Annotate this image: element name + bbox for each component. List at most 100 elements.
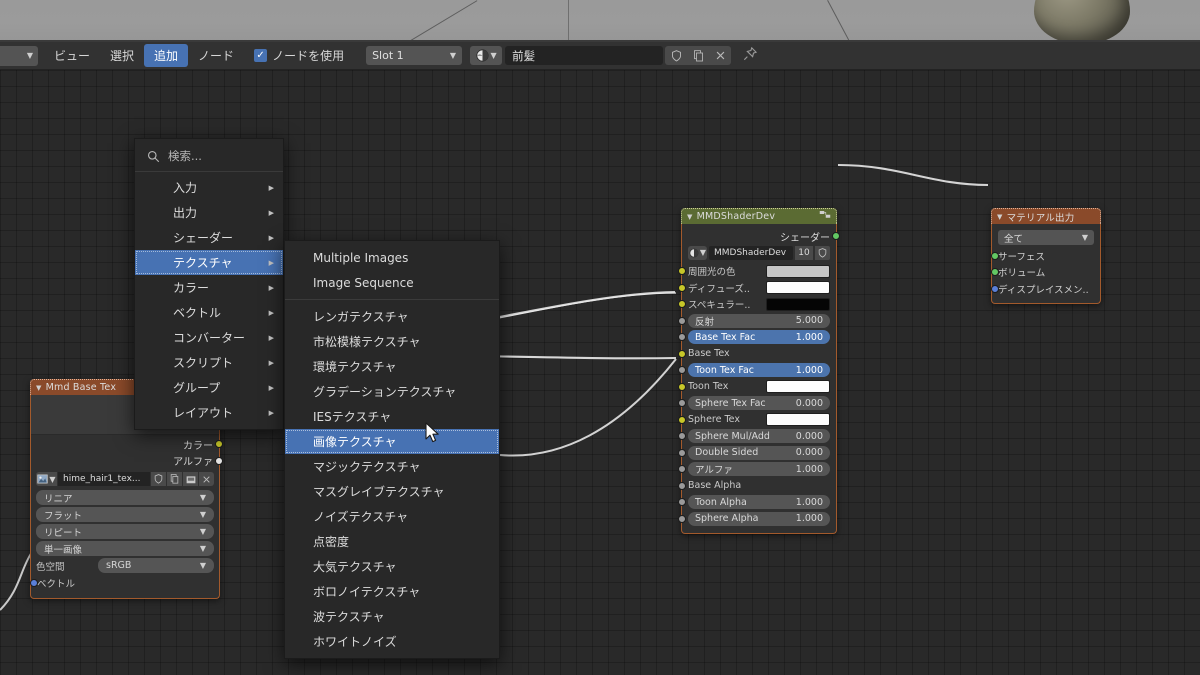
socket-sphere-alpha-in[interactable] [678,514,686,523]
socket-surface-in[interactable] [991,251,999,260]
collapse-triangle-icon[interactable]: ▼ [687,213,693,221]
add-menu-item[interactable]: レイアウト ▶ [135,400,283,425]
value-field[interactable]: Double Sided 0.000 [688,445,830,460]
socket-base-alpha-in[interactable] [678,481,686,490]
value-field[interactable]: 反射 5.000 [688,313,830,328]
menu-search-row[interactable]: 検索... [135,143,283,172]
new-material-icon[interactable] [687,46,710,65]
socket--in[interactable] [678,465,686,473]
texture-menu-item[interactable]: マスグレイブテクスチャ [285,479,499,504]
socket-color-out[interactable] [215,440,223,448]
input-displacement[interactable]: ディスプレイスメン.. [991,281,1094,296]
socket-toon-alpha-in[interactable] [678,498,686,506]
input-surface[interactable]: サーフェス [991,248,1094,263]
add-menu-item[interactable]: カラー ▶ [135,275,283,300]
fake-user-icon[interactable] [665,46,688,65]
mmd-input-row[interactable]: Base Alpha [678,478,830,493]
image-name-field[interactable]: hime_hair1_tex... [58,472,150,486]
add-menu-panel[interactable]: 検索... 入力 ▶ 出力 ▶ シェーダー ▶ テクスチャ ▶ カラー ▶ ベクトル ▶ コンバーター ▶… [134,138,284,430]
nodegroup-users-count[interactable]: 10 [795,245,813,260]
node-header[interactable]: ▼ MMDShaderDev [681,208,837,224]
texture-menu-item[interactable]: Multiple Images [285,245,499,270]
menu-view[interactable]: ビュー [44,44,100,67]
socket-sphere-tex-in[interactable] [678,415,686,424]
fake-user-icon[interactable] [151,472,166,486]
add-menu-item[interactable]: 出力 ▶ [135,200,283,225]
output-shader[interactable]: シェーダー [688,229,840,244]
texture-menu-item[interactable]: グラデーションテクスチャ [285,379,499,404]
value-field[interactable]: Base Tex Fac 1.000 [688,330,830,344]
value-field[interactable]: Toon Alpha 1.000 [688,495,830,509]
mmd-input-row[interactable]: 周囲光の色 [678,264,830,279]
mmd-input-row[interactable]: アルファ 1.000 [678,462,830,477]
color-field[interactable]: Toon Tex [688,380,830,394]
mmd-input-row[interactable]: Toon Tex Fac 1.000 [678,363,830,378]
add-menu-item[interactable]: グループ ▶ [135,375,283,400]
mmd-input-row[interactable]: Sphere Tex [678,412,830,427]
add-menu-item[interactable]: スクリプト ▶ [135,350,283,375]
material-slot-dropdown[interactable]: Slot 1 ▼ [366,46,463,65]
add-menu-item[interactable]: シェーダー ▶ [135,225,283,250]
material-name-field[interactable]: 前髪 [505,46,664,65]
mmd-input-row[interactable]: Toon Tex [678,379,830,394]
texture-menu-item[interactable]: ホワイトノイズ [285,629,499,654]
menu-select[interactable]: 選択 [100,44,144,67]
socket-base-tex-in[interactable] [678,349,686,358]
fake-user-icon[interactable] [815,245,830,260]
unlink-icon[interactable] [709,46,732,65]
socket-volume-in[interactable] [991,268,999,276]
socket-shader-out[interactable] [832,232,840,240]
socket--in[interactable] [678,283,686,292]
mmd-input-row[interactable]: Sphere Mul/Add 0.000 [678,429,830,444]
node-mmd-shader-dev[interactable]: ▼ MMDShaderDev シェーダー ▼ MMDShaderDev 10 周… [678,208,840,534]
open-image-icon[interactable] [183,472,198,486]
add-menu-item[interactable]: テクスチャ ▶ [135,250,283,275]
interpolation-select[interactable]: リニア ▼ [36,490,214,505]
viewport-mesh-object[interactable] [1034,0,1130,42]
add-menu-item[interactable]: 入力 ▶ [135,175,283,200]
browse-nodegroup-dropdown[interactable]: ▼ [688,245,707,260]
mmd-input-row[interactable]: Double Sided 0.000 [678,445,830,460]
mmd-input-row[interactable]: ディフューズ.. [678,280,830,295]
mmd-input-row[interactable]: Base Tex [678,346,830,361]
socket--in[interactable] [678,300,686,308]
input-vector[interactable]: ベクトル [30,576,213,590]
socket-double-sided-in[interactable] [678,448,686,457]
use-nodes-checkbox[interactable]: ✓ [254,49,268,62]
add-menu-item[interactable]: ベクトル ▶ [135,300,283,325]
menu-add[interactable]: 追加 [144,44,189,67]
mmd-input-row[interactable]: Toon Alpha 1.000 [678,495,830,510]
socket-vector-in[interactable] [30,579,38,587]
texture-menu-item[interactable]: IESテクスチャ [285,404,499,429]
texture-menu-item[interactable]: 波テクスチャ [285,604,499,629]
browse-material-dropdown[interactable]: ▼ [470,46,503,65]
collapse-triangle-icon[interactable]: ▼ [997,213,1003,221]
input-volume[interactable]: ボリューム [991,265,1094,280]
color-swatch[interactable] [766,380,830,393]
socket-toon-tex-fac-in[interactable] [678,366,686,374]
unlink-image-icon[interactable] [199,472,214,486]
socket-base-tex-fac-in[interactable] [678,333,686,341]
color-field[interactable]: 周囲光の色 [688,264,830,278]
mmd-input-row[interactable]: Base Tex Fac 1.000 [678,330,830,345]
socket--in[interactable] [678,316,686,325]
mmd-input-row[interactable]: スペキュラー.. [678,297,830,312]
extension-select[interactable]: リピート ▼ [36,524,214,539]
value-field[interactable]: Sphere Tex Fac 0.000 [688,396,830,410]
color-swatch[interactable] [766,281,830,294]
texture-menu-item[interactable]: 市松模様テクスチャ [285,329,499,354]
value-field[interactable]: Sphere Alpha 1.000 [688,511,830,526]
value-field[interactable]: Toon Tex Fac 1.000 [688,363,830,377]
color-swatch[interactable] [766,264,830,278]
mmd-input-row[interactable]: Sphere Tex Fac 0.000 [678,396,830,411]
mmd-input-row[interactable]: 反射 5.000 [678,313,830,328]
new-image-icon[interactable] [167,472,182,486]
color-field[interactable]: ディフューズ.. [688,281,830,295]
texture-menu-item[interactable]: 大気テクスチャ [285,554,499,579]
socket-toon-tex-in[interactable] [678,382,686,391]
pin-icon[interactable] [743,46,758,65]
node-editor-canvas[interactable]: ▼ Mmd Base Tex カラー アルファ ▼ hime_hair1_tex… [0,70,1200,675]
texture-menu-item[interactable]: ノイズテクスチャ [285,504,499,529]
mmd-input-row[interactable]: Sphere Alpha 1.000 [678,511,830,526]
nodegroup-name-field[interactable]: MMDShaderDev [709,245,793,260]
